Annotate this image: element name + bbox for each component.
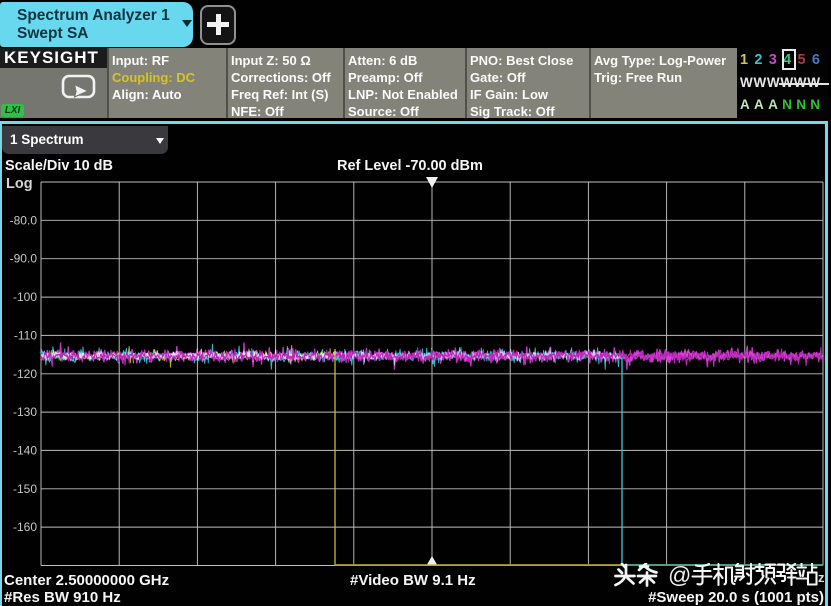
svg-text:-150: -150: [13, 482, 37, 496]
svg-text:z: z: [818, 570, 825, 585]
svg-text:-130: -130: [13, 405, 37, 419]
svg-text:@: @: [668, 563, 691, 588]
svg-text:-160: -160: [13, 520, 37, 534]
svg-text:-90.0: -90.0: [10, 252, 38, 266]
svg-text:-100: -100: [13, 290, 37, 304]
svg-text:-80.0: -80.0: [10, 213, 38, 227]
svg-text:-140: -140: [13, 443, 37, 457]
svg-text:-110: -110: [14, 328, 37, 342]
svg-text:-120: -120: [13, 367, 37, 381]
